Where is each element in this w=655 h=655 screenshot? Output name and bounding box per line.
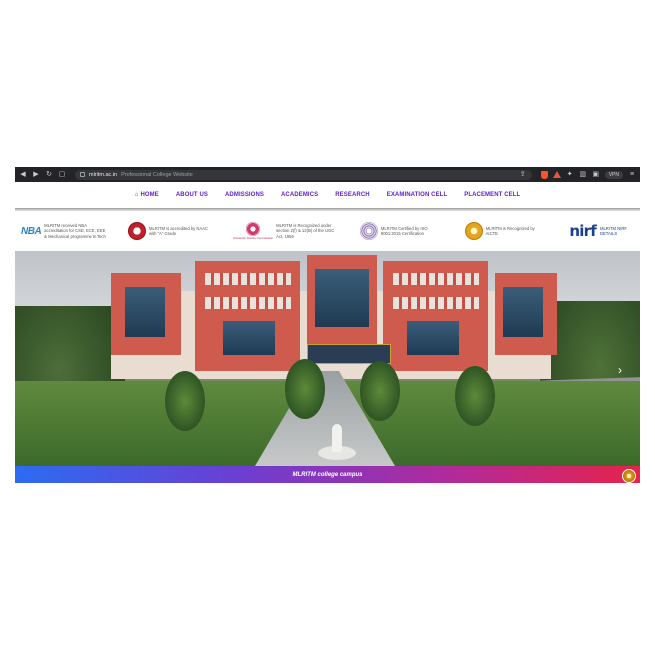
share-icon[interactable]: ⇪ [519, 171, 527, 178]
accreditation-strip: NBA MLRITM received NBA accreditation fo… [15, 211, 640, 251]
vpn-button[interactable]: VPN [604, 170, 623, 179]
building-windows [393, 273, 479, 285]
accreditation-text: MLRITM is Recognized under section 2(f) … [276, 223, 335, 239]
forward-icon[interactable]: ▶ [32, 171, 40, 178]
main-nav: ⌂ HOME ABOUT US ADMISSIONS ACADEMICS RES… [15, 182, 640, 208]
url-text: mlritm.ac.in [89, 171, 118, 178]
ugc-logo-caption: University Grants Commission [232, 236, 274, 240]
college-emblem-icon[interactable] [622, 469, 636, 483]
hero-fountain [318, 420, 356, 460]
brave-rewards-icon[interactable] [552, 171, 561, 178]
aicte-seal-icon [464, 222, 483, 240]
accreditation-naac[interactable]: MLRITM is accredited by NAAC with "A" Gr… [127, 222, 211, 240]
accreditation-ugc[interactable]: University Grants Commission MLRITM is R… [233, 222, 338, 240]
nav-item-research[interactable]: RESEARCH [335, 192, 369, 198]
screenshot-frame: ◀ ▶ ↻ ▢ mlritm.ac.in Professional Colleg… [15, 167, 640, 487]
ugc-logo: University Grants Commission [233, 222, 273, 240]
wallet-icon[interactable]: ▣ [592, 171, 600, 178]
extensions-icon[interactable]: ✦ [566, 171, 574, 178]
building-glass [125, 287, 165, 337]
accreditation-text: MLRITM is accredited by NAAC with "A" Gr… [148, 225, 209, 236]
nba-logo: NBA [21, 225, 42, 237]
building-windows [393, 297, 479, 309]
palm-tree [285, 359, 325, 419]
accreditation-text: MLRITM is Recognized by AICTE [485, 225, 535, 236]
accreditation-aicte[interactable]: MLRITM is Recognized by AICTE [464, 222, 548, 240]
nav-item-academics[interactable]: ACADEMICS [281, 192, 318, 198]
nav-item-about[interactable]: ABOUT US [176, 192, 208, 198]
building-glass [503, 287, 543, 337]
page-title-text: Professional College Website [121, 171, 193, 178]
nav-item-placement-cell[interactable]: PLACEMENT CELL [464, 192, 520, 198]
hero-caption: MLRITM college campus [292, 471, 363, 478]
sidebar-icon[interactable]: ▥ [579, 171, 587, 178]
bookmark-icon[interactable]: ▢ [58, 171, 66, 178]
browser-toolbar: ◀ ▶ ↻ ▢ mlritm.ac.in Professional Colleg… [15, 167, 640, 182]
building-glass [315, 269, 369, 327]
chevron-right-icon[interactable]: › [618, 363, 622, 377]
accreditation-text: MLRITM NIRF DETAILS [599, 225, 627, 236]
accreditation-nba[interactable]: NBA MLRITM received NBA accreditation fo… [21, 223, 106, 239]
menu-icon[interactable]: ≡ [628, 171, 636, 178]
nirf-logo: nirf [569, 222, 596, 240]
lock-icon [80, 172, 85, 177]
building-windows [205, 273, 291, 285]
reload-icon[interactable]: ↻ [45, 171, 53, 178]
nav-item-examination-cell[interactable]: EXAMINATION CELL [387, 192, 448, 198]
accreditation-text: MLRITM Certified by ISO 9001:2015 Certif… [380, 225, 428, 236]
accreditation-iso[interactable]: MLRITM Certified by ISO 9001:2015 Certif… [359, 222, 443, 240]
back-icon[interactable]: ◀ [19, 171, 27, 178]
address-bar[interactable]: mlritm.ac.in Professional College Websit… [75, 169, 532, 180]
ugc-seal-icon [245, 222, 260, 236]
building-glass [223, 321, 275, 355]
hero-caption-bar: MLRITM college campus [15, 466, 640, 483]
building-windows [205, 297, 291, 309]
nav-item-admissions[interactable]: ADMISSIONS [225, 192, 264, 198]
palm-tree [455, 366, 495, 426]
accreditation-nirf[interactable]: nirf MLRITM NIRF DETAILS [569, 222, 632, 240]
nav-item-label: HOME [140, 192, 159, 198]
building-glass [407, 321, 459, 355]
nav-item-home[interactable]: ⌂ HOME [135, 192, 159, 198]
accreditation-text: MLRITM received NBA accreditation for CS… [44, 223, 106, 239]
campus-hero-image: › [15, 251, 640, 466]
naac-seal-icon [127, 222, 146, 240]
home-icon: ⌂ [134, 192, 139, 198]
palm-tree [165, 371, 205, 431]
palm-tree [360, 361, 400, 421]
brave-shield-icon[interactable] [540, 170, 548, 179]
iso-seal-icon [359, 222, 378, 240]
